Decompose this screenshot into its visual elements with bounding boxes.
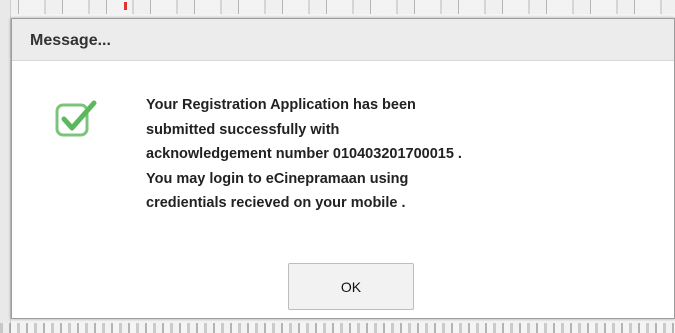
message-line: credientials recieved on your mobile . (146, 195, 406, 211)
message-line: acknowledgement number 010403201700015 . (146, 146, 462, 162)
background-marker (124, 2, 127, 10)
background-content-bottom (0, 323, 675, 333)
check-icon (55, 100, 97, 137)
message-line: You may login to eCinepramaan using (146, 170, 409, 187)
dialog-message: Your Registration Application has been s… (146, 93, 656, 216)
dialog-titlebar: Message... (12, 19, 674, 61)
ok-button[interactable]: OK (288, 263, 414, 310)
message-line: submitted successfully with (146, 121, 340, 138)
message-dialog: Message... Your Registration Application… (11, 18, 675, 319)
message-line: Your Registration Application has been (146, 97, 416, 113)
background-content-top (0, 0, 675, 14)
background-content-left (0, 0, 11, 333)
dialog-title: Message... (30, 32, 111, 49)
